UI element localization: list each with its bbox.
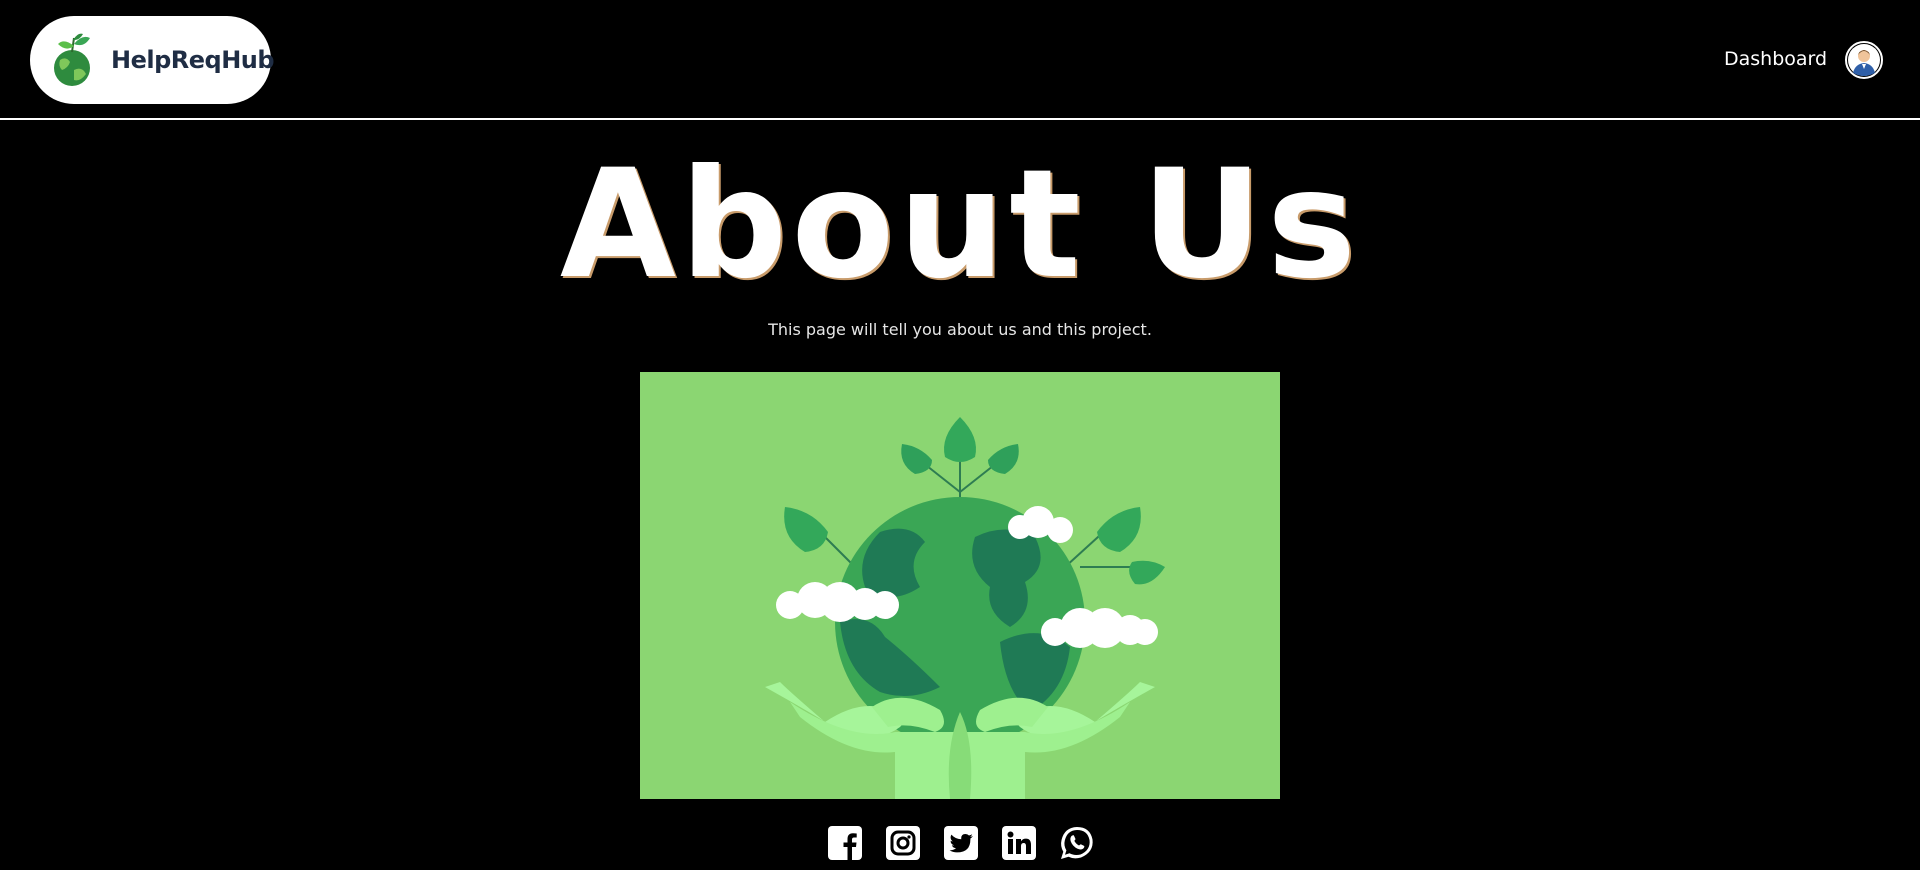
page-subtitle: This page will tell you about us and thi…	[768, 320, 1152, 339]
nav-dashboard-link[interactable]: Dashboard	[1724, 48, 1827, 70]
whatsapp-icon[interactable]	[1058, 824, 1096, 862]
twitter-icon[interactable]	[942, 824, 980, 862]
brand-name: HelpReqHub	[111, 46, 275, 74]
earth-sprout-icon	[54, 33, 90, 86]
page-title: About Us	[559, 138, 1361, 312]
user-avatar-icon[interactable]	[1845, 41, 1883, 79]
brand-home-link[interactable]: HelpReqHub	[30, 16, 275, 104]
facebook-icon[interactable]	[826, 824, 864, 862]
avatar-image	[1848, 44, 1880, 76]
linkedin-icon[interactable]	[1000, 824, 1038, 862]
social-links	[826, 824, 1096, 862]
instagram-icon[interactable]	[884, 824, 922, 862]
navbar: HelpReqHub Dashboard	[0, 0, 1920, 120]
globe-held-by-hands-with-leaves-icon	[640, 372, 1280, 799]
